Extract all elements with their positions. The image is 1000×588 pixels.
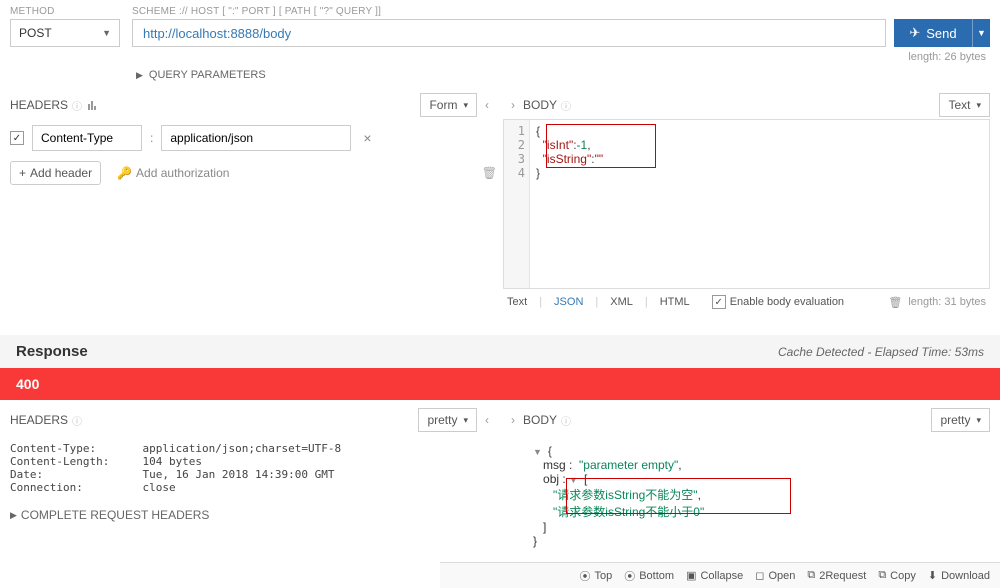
remove-header-icon[interactable]: × [363, 130, 371, 146]
caret-down-icon: ▾ [976, 415, 981, 426]
header-value-input[interactable] [161, 125, 351, 151]
open-icon: ◻ [755, 569, 764, 582]
collapse-button[interactable]: ▣Collapse [686, 569, 743, 582]
trash-icon[interactable]: 🗑 [482, 166, 497, 180]
resp-headers-title: HEADERS [10, 413, 68, 427]
copy-icon: ⧉ [878, 569, 886, 582]
method-value: POST [19, 26, 52, 40]
help-icon[interactable]: ⓘ [72, 413, 82, 428]
trash-icon[interactable]: 🗑 [888, 296, 902, 309]
top-button[interactable]: ⦿Top [579, 568, 612, 584]
body-editor[interactable]: 1234 { "isInt":-1, "isString":"" } [503, 119, 990, 289]
cache-elapsed-text: Cache Detected - Elapsed Time: 53ms [778, 345, 984, 359]
triangle-down-icon[interactable]: ▼ [569, 475, 578, 485]
help-icon[interactable]: ⓘ [561, 98, 571, 113]
body-mode-select[interactable]: Text ▾ [939, 93, 990, 117]
body-title: BODY [523, 98, 557, 112]
method-label: METHOD [10, 6, 120, 17]
download-icon: ⬇ [928, 569, 937, 582]
triangle-down-icon[interactable]: ▼ [533, 447, 542, 457]
open-button[interactable]: ◻Open [755, 569, 795, 582]
format-json-tab[interactable]: JSON [554, 296, 583, 308]
complete-request-headers-toggle[interactable]: ▶ COMPLETE REQUEST HEADERS [10, 508, 497, 522]
response-title: Response [16, 343, 88, 360]
circle-icon: ⦿ [579, 568, 590, 584]
triangle-right-icon: ▶ [136, 70, 143, 81]
chevron-left-icon[interactable]: ‹ [477, 94, 497, 116]
query-parameters-label: QUERY PARAMETERS [149, 69, 266, 81]
key-icon: 🔑 [117, 166, 132, 180]
chevron-right-icon[interactable]: › [503, 409, 523, 431]
status-code: 400 [0, 368, 1000, 400]
plus-icon: + [19, 166, 26, 180]
circle-icon: ⦿ [624, 568, 635, 584]
triangle-right-icon: ▶ [10, 510, 17, 521]
enable-eval-label: Enable body evaluation [730, 296, 844, 308]
request-length: length: 26 bytes [10, 51, 990, 63]
response-headers-list: Content-Type: application/json;charset=U… [10, 442, 497, 494]
code-content: { "isInt":-1, "isString":"" } [530, 120, 989, 288]
send-label: Send [926, 26, 956, 41]
format-text-tab[interactable]: Text [507, 296, 527, 308]
send-button[interactable]: ✈ Send [894, 19, 972, 47]
headers-title: HEADERS [10, 98, 68, 112]
method-select[interactable]: POST ▼ [10, 19, 120, 47]
scheme-label: SCHEME :// HOST [ ":" PORT ] [ PATH [ "?… [132, 6, 886, 17]
format-xml-tab[interactable]: XML [610, 296, 633, 308]
caret-down-icon: ▾ [463, 415, 468, 426]
help-icon[interactable]: ⓘ [561, 413, 571, 428]
send-options-button[interactable]: ▼ [972, 19, 990, 47]
headers-mode-select[interactable]: Form ▾ [420, 93, 477, 117]
copy-button[interactable]: ⧉Copy [878, 569, 916, 582]
caret-down-icon: ▾ [976, 100, 981, 111]
resp-body-mode-select[interactable]: pretty ▾ [931, 408, 990, 432]
bottom-button[interactable]: ⦿Bottom [624, 568, 674, 584]
sort-icon[interactable] [88, 101, 96, 110]
copy-icon: ⧉ [807, 569, 815, 582]
collapse-icon: ▣ [686, 569, 696, 582]
format-html-tab[interactable]: HTML [660, 296, 690, 308]
to-request-button[interactable]: ⧉2Request [807, 569, 866, 582]
add-authorization-button[interactable]: 🔑 Add authorization [117, 166, 229, 180]
line-gutter: 1234 [504, 120, 530, 288]
bottom-toolbar: ⦿Top ⦿Bottom ▣Collapse ◻Open ⧉2Request ⧉… [440, 562, 1000, 588]
caret-down-icon: ▼ [102, 28, 111, 38]
header-enable-checkbox[interactable]: ✓ [10, 131, 24, 145]
response-json-view: ▼{ msg : "parameter empty", obj : ▼[ "请求… [503, 434, 990, 548]
body-length: length: 31 bytes [908, 296, 986, 308]
header-name-input[interactable] [32, 125, 142, 151]
chevron-left-icon[interactable]: ‹ [477, 409, 497, 431]
resp-body-title: BODY [523, 413, 557, 427]
help-icon[interactable]: ⓘ [72, 98, 82, 113]
chevron-right-icon[interactable]: › [503, 94, 523, 116]
caret-down-icon: ▾ [463, 100, 468, 111]
query-parameters-toggle[interactable]: ▶ QUERY PARAMETERS [136, 69, 990, 81]
add-header-button[interactable]: + Add header [10, 161, 101, 185]
enable-eval-checkbox[interactable]: ✓ [712, 295, 726, 309]
download-button[interactable]: ⬇Download [928, 569, 990, 582]
url-input[interactable] [132, 19, 886, 47]
send-icon: ✈ [909, 25, 920, 41]
resp-headers-mode-select[interactable]: pretty ▾ [418, 408, 477, 432]
